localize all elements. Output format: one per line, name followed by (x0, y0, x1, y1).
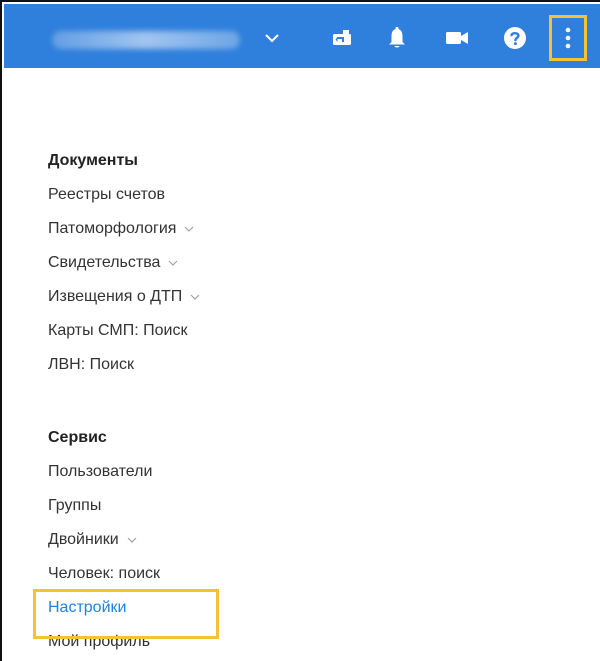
menu-item-groups[interactable]: Группы (48, 489, 448, 523)
menu-item-label: Человек: поиск (48, 565, 161, 582)
app-window: Документы Реестры счетов Патоморфология … (0, 0, 600, 661)
menu-item-label: Реестры счетов (48, 186, 166, 203)
help-button[interactable] (499, 22, 531, 54)
menu-item-label: Карты СМП: Поиск (48, 322, 188, 339)
organization-dropdown-button[interactable] (256, 22, 288, 54)
menu-item-label: Патоморфология (48, 220, 177, 237)
settings-highlight-frame (33, 589, 219, 639)
menu-item-accident-notices[interactable]: Извещения о ДТП (48, 280, 448, 314)
top-bar (4, 4, 600, 68)
menu-item-label: Извещения о ДТП (48, 288, 183, 305)
handover-button[interactable] (326, 22, 358, 54)
chevron-down-icon (168, 258, 178, 268)
menu-item-label: ЛВН: Поиск (48, 356, 134, 373)
menu-item-label: Свидетельства (48, 254, 161, 271)
more-vertical-icon (565, 27, 571, 49)
menu-item-sick-leave-search[interactable]: ЛВН: Поиск (48, 348, 448, 382)
more-menu-button[interactable] (549, 15, 587, 61)
menu-item-label: Двойники (48, 531, 119, 548)
menu-item-certificates[interactable]: Свидетельства (48, 246, 448, 280)
menu-item-users[interactable]: Пользователи (48, 455, 448, 489)
menu-item-label: Пользователи (48, 463, 153, 480)
chevron-down-icon (264, 33, 280, 43)
menu-item-label: Группы (48, 497, 102, 514)
video-call-button[interactable] (441, 22, 473, 54)
help-icon (503, 26, 527, 50)
video-camera-icon (446, 31, 468, 45)
menu-item-person-search[interactable]: Человек: поиск (48, 557, 448, 591)
bell-icon (388, 27, 406, 49)
menu-item-ambulance-cards-search[interactable]: Карты СМП: Поиск (48, 314, 448, 348)
section-title-service: Сервис (48, 429, 107, 446)
dropdown-menu: Документы Реестры счетов Патоморфология … (48, 150, 448, 659)
chevron-down-icon (184, 224, 194, 234)
menu-item-duplicates[interactable]: Двойники (48, 523, 448, 557)
menu-item-pathomorphology[interactable]: Патоморфология (48, 212, 448, 246)
organization-name (52, 31, 240, 49)
chevron-down-icon (127, 535, 137, 545)
section-title-documents: Документы (48, 152, 138, 169)
notifications-button[interactable] (381, 22, 413, 54)
organization-selector[interactable] (52, 26, 276, 54)
chevron-down-icon (190, 292, 200, 302)
menu-item-invoice-registers[interactable]: Реестры счетов (48, 178, 448, 212)
handover-icon (332, 30, 352, 46)
